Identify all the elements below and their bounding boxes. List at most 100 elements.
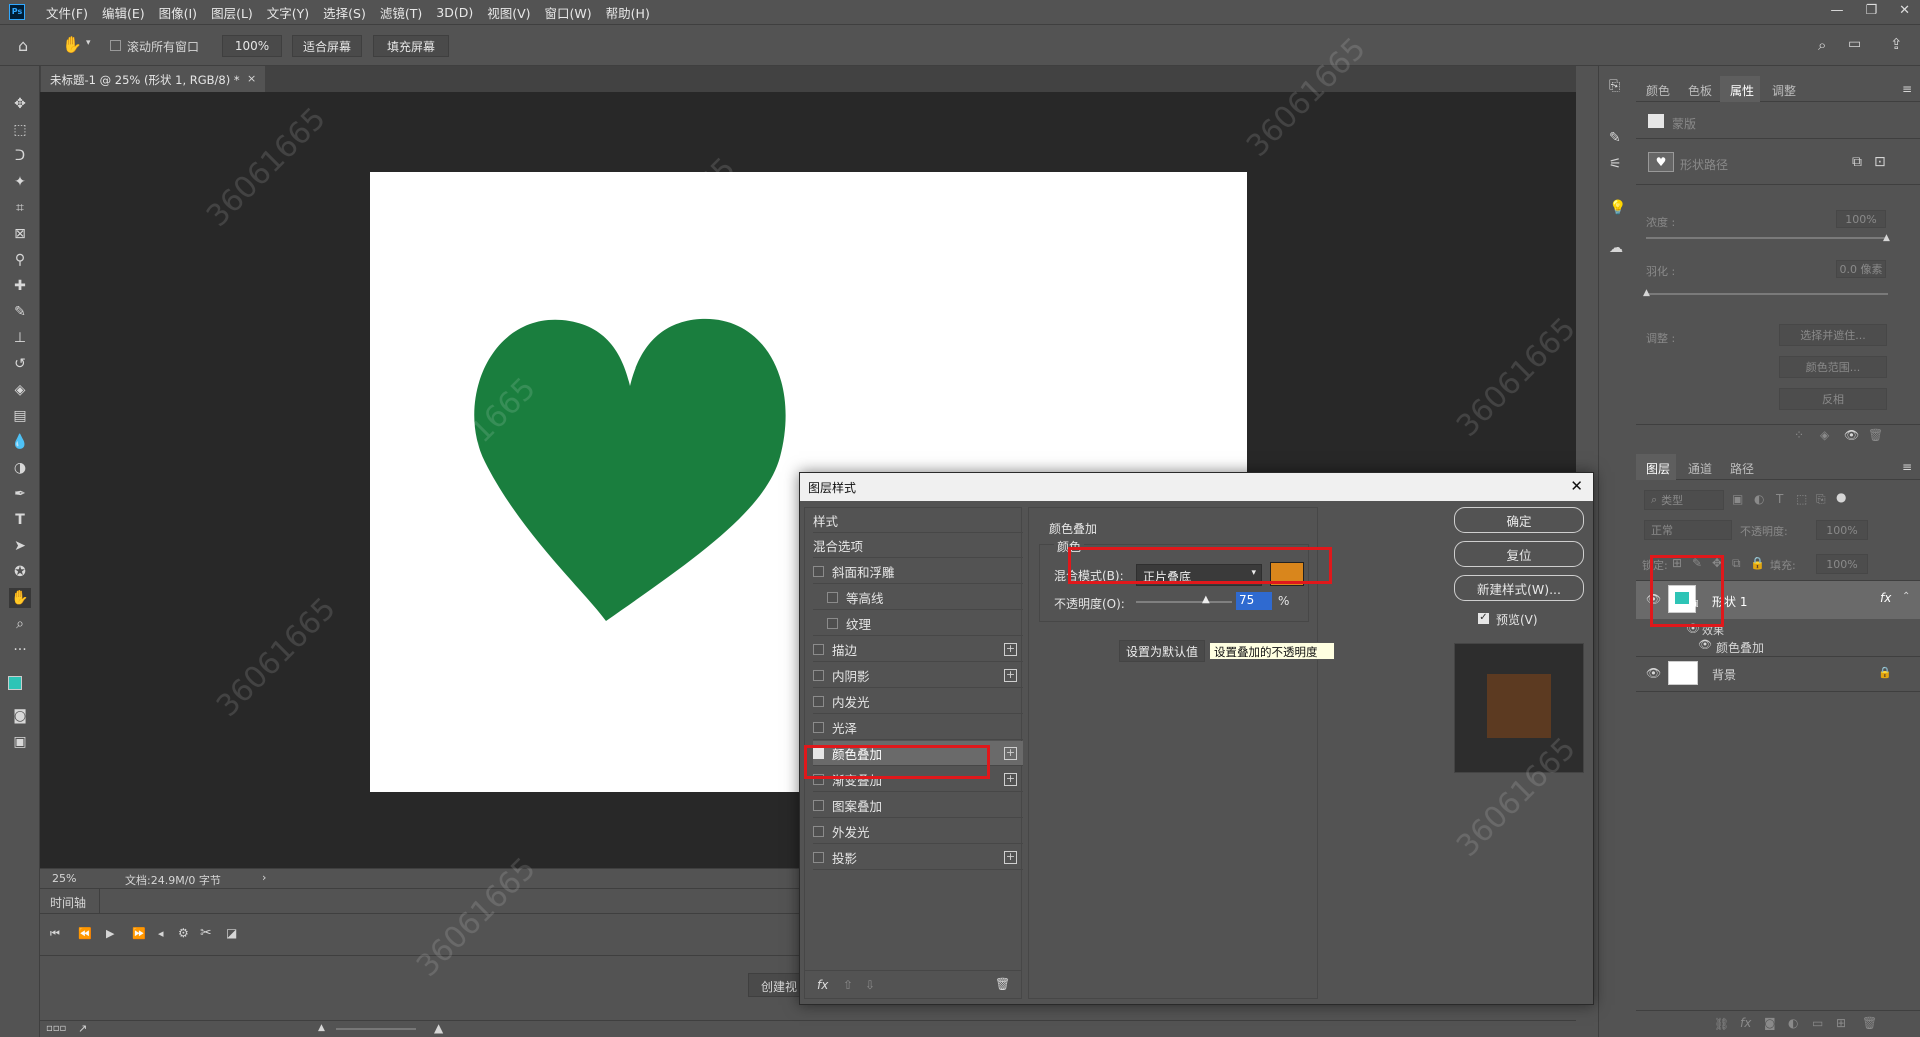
- texture-checkbox[interactable]: [827, 617, 838, 629]
- frame-tool-icon[interactable]: ⊠: [9, 224, 31, 244]
- opacity-slider[interactable]: [1136, 601, 1232, 603]
- screen-mode-icon[interactable]: ▣: [9, 732, 31, 752]
- hand-tool-icon[interactable]: ✋: [9, 588, 31, 608]
- link-layers-icon[interactable]: ⛓: [1714, 1017, 1729, 1031]
- timeline-zoom-slider[interactable]: [336, 1028, 416, 1030]
- style-item-blending-options[interactable]: 混合选项: [813, 533, 1023, 558]
- chevron-down-icon[interactable]: ▾: [86, 38, 91, 48]
- more-tools-icon[interactable]: ···: [9, 640, 31, 660]
- preview-checkbox[interactable]: ✓: [1478, 613, 1489, 624]
- brush-tool-icon[interactable]: ✎: [9, 302, 31, 322]
- drop-shadow-checkbox[interactable]: [813, 851, 824, 863]
- bg-layer-name[interactable]: 背景: [1712, 666, 1736, 683]
- libraries-icon[interactable]: ☁: [1609, 240, 1623, 256]
- add-inner-shadow-icon[interactable]: +: [1004, 668, 1017, 682]
- dialog-close-icon[interactable]: ✕: [1570, 477, 1583, 495]
- fx-menu-icon[interactable]: fx: [817, 978, 828, 992]
- menu-window[interactable]: 窗口(W): [538, 3, 599, 22]
- first-frame-icon[interactable]: ⏮: [50, 927, 60, 941]
- eyedropper-icon[interactable]: ⚲: [9, 250, 31, 270]
- zoom-level[interactable]: 25%: [52, 872, 76, 885]
- move-up-icon[interactable]: ⇧: [843, 978, 853, 992]
- timeline-title[interactable]: 时间轴: [50, 894, 86, 911]
- panel-menu-icon[interactable]: ≡: [1902, 82, 1912, 96]
- style-item-satin[interactable]: 光泽: [813, 715, 1023, 740]
- menu-view[interactable]: 视图(V): [480, 3, 537, 22]
- close-tab-icon[interactable]: ×: [247, 72, 256, 85]
- color-range-button[interactable]: 颜色范围...: [1779, 356, 1887, 378]
- menu-layer[interactable]: 图层(L): [204, 3, 260, 22]
- filter-toggle-icon[interactable]: ●: [1836, 490, 1846, 504]
- hand-tool-icon[interactable]: ✋: [62, 35, 82, 54]
- shape-tool-icon[interactable]: ✪: [9, 562, 31, 582]
- clone-stamp-icon[interactable]: ⊥: [9, 328, 31, 348]
- bg-visibility-icon[interactable]: 👁: [1646, 666, 1661, 680]
- pen-tool-icon[interactable]: ✒: [9, 484, 31, 504]
- contour-checkbox[interactable]: [827, 591, 838, 603]
- opacity-slider-thumb[interactable]: ▲: [1202, 594, 1210, 605]
- style-item-stroke[interactable]: 描边 +: [813, 637, 1023, 662]
- delete-effect-icon[interactable]: 🗑: [995, 977, 1010, 991]
- style-item-outer-glow[interactable]: 外发光: [813, 819, 1023, 844]
- select-and-mask-button[interactable]: 选择并遮住...: [1779, 324, 1887, 346]
- zoom-tool-icon[interactable]: ⌕: [9, 614, 31, 634]
- overlay-visibility-icon[interactable]: 👁: [1698, 638, 1712, 651]
- opacity-input[interactable]: 75: [1236, 592, 1272, 610]
- tab-swatches[interactable]: 色板: [1688, 82, 1712, 99]
- menu-edit[interactable]: 编辑(E): [95, 3, 152, 22]
- foreground-color-swatch[interactable]: [8, 676, 22, 690]
- minimize-icon[interactable]: —: [1830, 3, 1843, 18]
- settings-icon[interactable]: ⚙: [178, 926, 189, 940]
- marquee-tool-icon[interactable]: ⬚: [9, 120, 31, 140]
- new-style-button[interactable]: 新建样式(W)...: [1454, 575, 1584, 601]
- feather-slider[interactable]: [1646, 293, 1888, 295]
- filter-smart-icon[interactable]: ⎘: [1816, 492, 1826, 507]
- zoom-100-button[interactable]: 100%: [222, 35, 282, 57]
- style-item-pattern-overlay[interactable]: 图案叠加: [813, 793, 1023, 818]
- load-selection-icon[interactable]: ⁘: [1794, 428, 1804, 442]
- filter-shape-icon[interactable]: ⬚: [1796, 492, 1807, 506]
- apply-mask-icon[interactable]: ◈: [1820, 428, 1829, 442]
- style-item-bevel[interactable]: 斜面和浮雕: [813, 559, 1023, 584]
- layer-fill-input[interactable]: 100%: [1816, 554, 1868, 574]
- menu-3d[interactable]: 3D(D): [429, 5, 480, 20]
- delete-mask-icon[interactable]: 🗑: [1868, 428, 1883, 442]
- style-item-inner-shadow[interactable]: 内阴影 +: [813, 663, 1023, 688]
- search-icon[interactable]: ⌕: [1818, 36, 1826, 54]
- learn-icon[interactable]: 💡: [1609, 200, 1626, 216]
- set-default-button[interactable]: 设置为默认值: [1119, 640, 1205, 662]
- visibility-icon[interactable]: 👁: [1844, 428, 1859, 442]
- dodge-tool-icon[interactable]: ◑: [9, 458, 31, 478]
- crop-tool-icon[interactable]: ⌗: [9, 198, 31, 218]
- healing-brush-icon[interactable]: ✚: [9, 276, 31, 296]
- menu-help[interactable]: 帮助(H): [599, 3, 657, 22]
- adjustments-icon[interactable]: ⚟: [1609, 156, 1622, 172]
- lock-artboard-icon[interactable]: ⧉: [1732, 556, 1741, 571]
- history-brush-icon[interactable]: ↺: [9, 354, 31, 374]
- add-drop-shadow-icon[interactable]: +: [1004, 850, 1017, 864]
- share-icon[interactable]: ⇪: [1890, 35, 1903, 53]
- pattern-overlay-checkbox[interactable]: [813, 799, 824, 811]
- dialog-titlebar[interactable]: 图层样式 ✕: [800, 473, 1593, 501]
- play-icon[interactable]: ▶: [106, 927, 114, 940]
- density-input[interactable]: 100%: [1836, 210, 1886, 228]
- layer-row-background[interactable]: 👁 背景 🔒: [1636, 657, 1920, 691]
- brush-settings-icon[interactable]: ✎: [1609, 130, 1621, 146]
- audio-icon[interactable]: ◂: [158, 927, 164, 940]
- filter-adjust-icon[interactable]: ◐: [1754, 492, 1764, 506]
- add-stroke-icon[interactable]: +: [1004, 642, 1017, 656]
- new-adjustment-icon[interactable]: ◐: [1788, 1016, 1798, 1030]
- delete-layer-icon[interactable]: 🗑: [1862, 1016, 1877, 1030]
- quick-mask-icon[interactable]: ◙: [9, 706, 31, 726]
- reset-button[interactable]: 复位: [1454, 541, 1584, 567]
- tab-layers[interactable]: 图层: [1646, 460, 1670, 477]
- next-frame-icon[interactable]: ⏩: [132, 927, 146, 940]
- scissors-icon[interactable]: ✂: [200, 925, 212, 941]
- prev-frame-icon[interactable]: ⏪: [78, 927, 92, 940]
- tab-color[interactable]: 颜色: [1646, 82, 1670, 99]
- satin-checkbox[interactable]: [813, 721, 824, 733]
- overlay-effect-label[interactable]: 颜色叠加: [1716, 639, 1764, 656]
- layer-filter-select[interactable]: ⌕ 类型: [1644, 490, 1724, 510]
- blur-tool-icon[interactable]: 💧: [9, 432, 31, 452]
- style-item-contour[interactable]: 等高线: [813, 585, 1023, 610]
